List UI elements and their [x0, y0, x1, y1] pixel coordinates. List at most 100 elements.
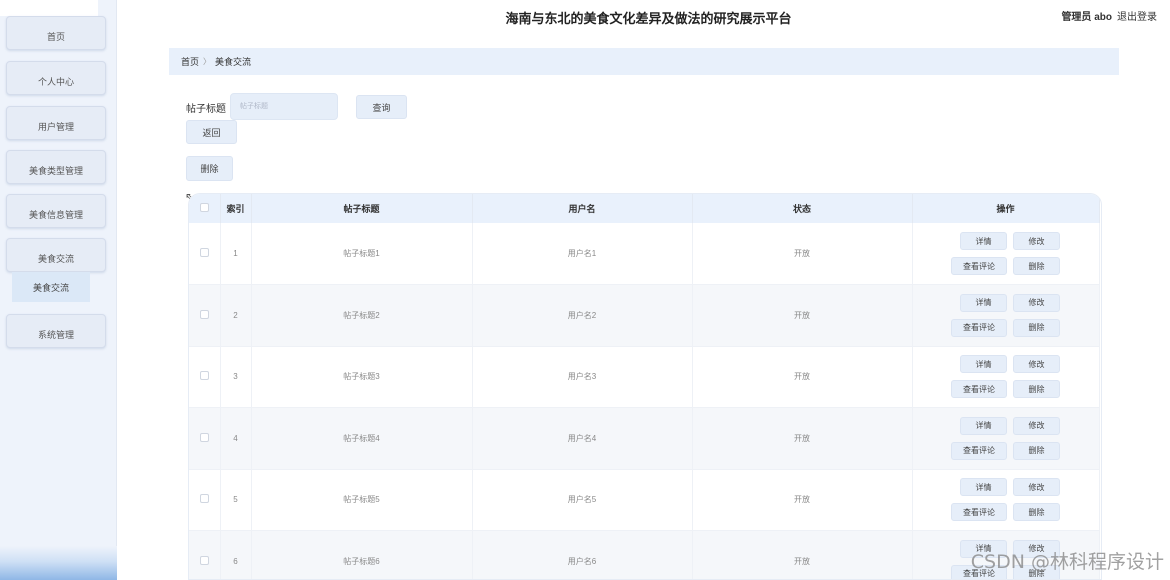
breadcrumb: 首页 〉 美食交流 — [169, 48, 1119, 75]
sidebar-item-label: 美食类型管理 — [28, 166, 83, 176]
table-row: 5 帖子标题5 用户名5 开放 详情 修改 查看评论 删除 — [189, 469, 1100, 531]
cell-status: 开放 — [692, 346, 913, 408]
detail-button[interactable]: 详情 — [960, 293, 1007, 312]
select-all-cell[interactable] — [189, 194, 221, 223]
column-header-actions: 操作 — [912, 194, 1100, 223]
row-checkbox[interactable] — [199, 432, 209, 442]
sidebar-item-food-exchange[interactable]: 美食交流 — [6, 238, 106, 272]
edit-button[interactable]: 修改 — [1013, 293, 1060, 312]
sidebar-item-label: 个人中心 — [37, 77, 74, 87]
cell-index: 2 — [220, 284, 252, 347]
column-header-username: 用户名 — [472, 194, 693, 223]
cell-title: 帖子标题3 — [251, 346, 473, 408]
sidebar-wave-decoration — [0, 546, 117, 580]
cell-username: 用户名5 — [472, 469, 693, 531]
cell-username: 用户名2 — [472, 284, 693, 347]
search-label: 帖子标题 — [186, 104, 226, 115]
cell-actions: 详情 修改 查看评论 删除 — [912, 407, 1100, 470]
cell-index: 4 — [220, 407, 252, 470]
breadcrumb-separator: 〉 — [203, 57, 212, 66]
sidebar-item-label: 用户管理 — [37, 122, 74, 132]
sidebar-item-label: 首页 — [46, 32, 65, 42]
view-comments-button[interactable]: 查看评论 — [951, 380, 1007, 399]
row-checkbox[interactable] — [199, 494, 209, 504]
batch-delete-button[interactable]: 删除 — [186, 156, 233, 181]
breadcrumb-current: 美食交流 — [215, 57, 252, 67]
view-comments-button[interactable]: 查看评论 — [951, 441, 1007, 460]
cell-status: 开放 — [692, 530, 913, 579]
view-comments-button[interactable]: 查看评论 — [951, 257, 1007, 275]
cell-title: 帖子标题4 — [251, 407, 473, 470]
detail-button[interactable]: 详情 — [960, 232, 1007, 250]
detail-button[interactable]: 详情 — [960, 355, 1007, 374]
query-button[interactable]: 查询 — [356, 95, 407, 119]
cell-status: 开放 — [692, 407, 913, 470]
cell-index: 5 — [220, 469, 252, 531]
page-title: 海南与东北的美食文化差异及做法的研究展示平台 — [505, 11, 792, 26]
logout-link[interactable]: 退出登录 — [1117, 8, 1157, 23]
column-header-title: 帖子标题 — [251, 194, 473, 223]
edit-button[interactable]: 修改 — [1013, 232, 1060, 250]
sidebar-item-system[interactable]: 系统管理 — [6, 314, 106, 348]
sidebar-item-label: 美食交流 — [37, 254, 74, 264]
sidebar-item-label: 系统管理 — [37, 330, 74, 340]
back-button[interactable]: 返回 — [186, 120, 237, 144]
breadcrumb-home[interactable]: 首页 — [181, 55, 199, 68]
row-checkbox[interactable] — [199, 555, 209, 565]
delete-button[interactable]: 删除 — [1013, 318, 1060, 337]
cell-status: 开放 — [692, 284, 913, 347]
column-header-status: 状态 — [692, 194, 913, 223]
sidebar-item-home[interactable]: 首页 — [6, 16, 106, 50]
cell-index: 3 — [220, 346, 252, 408]
table-row: 1 帖子标题1 用户名1 开放 详情 修改 查看评论 删除 — [189, 223, 1100, 285]
sidebar: 首页 个人中心 用户管理 美食类型管理 美食信息管理 美食交流 美食交流 系统管… — [0, 0, 117, 580]
view-comments-button[interactable]: 查看评论 — [951, 318, 1007, 337]
edit-button[interactable]: 修改 — [1013, 416, 1060, 435]
edit-button[interactable]: 修改 — [1013, 355, 1060, 374]
cell-username: 用户名4 — [472, 407, 693, 470]
table-row: 6 帖子标题6 用户名6 开放 详情 修改 查看评论 删除 — [189, 530, 1100, 579]
cell-actions: 详情 修改 查看评论 删除 — [912, 223, 1100, 285]
sidebar-item-food-types[interactable]: 美食类型管理 — [6, 150, 106, 184]
table-row: 3 帖子标题3 用户名3 开放 详情 修改 查看评论 删除 — [189, 346, 1100, 408]
cell-actions: 详情 修改 查看评论 删除 — [912, 346, 1100, 408]
row-checkbox[interactable] — [199, 309, 209, 319]
current-user: 管理员 abo — [1061, 12, 1112, 23]
cell-status: 开放 — [692, 469, 913, 531]
top-header: 海南与东北的美食文化差异及做法的研究展示平台 管理员 abo 退出登录 — [117, 0, 1170, 31]
row-checkbox[interactable] — [199, 248, 209, 257]
cell-username: 用户名6 — [472, 530, 693, 579]
cell-username: 用户名3 — [472, 346, 693, 408]
cell-title: 帖子标题2 — [251, 284, 473, 347]
sidebar-item-label: 美食信息管理 — [28, 210, 83, 220]
sidebar-subitem-food-exchange[interactable]: 美食交流 — [12, 272, 90, 302]
sidebar-top-strip — [0, 0, 98, 16]
sidebar-subitem-label: 美食交流 — [32, 282, 69, 293]
edit-button[interactable]: 修改 — [1013, 478, 1060, 497]
select-all-checkbox[interactable] — [199, 203, 209, 212]
detail-button[interactable]: 详情 — [960, 416, 1007, 435]
table-row: 4 帖子标题4 用户名4 开放 详情 修改 查看评论 删除 — [189, 407, 1100, 470]
delete-button[interactable]: 删除 — [1013, 441, 1060, 460]
posts-table: 索引 帖子标题 用户名 状态 操作 1 帖子标题1 用户名1 开放 详情 修改 … — [188, 193, 1102, 580]
delete-button[interactable]: 删除 — [1013, 257, 1060, 275]
view-comments-button[interactable]: 查看评论 — [951, 503, 1007, 522]
table-row: 2 帖子标题2 用户名2 开放 详情 修改 查看评论 删除 — [189, 284, 1100, 347]
cell-actions: 详情 修改 查看评论 删除 — [912, 284, 1100, 347]
sidebar-item-users[interactable]: 用户管理 — [6, 106, 106, 140]
delete-button[interactable]: 删除 — [1013, 503, 1060, 522]
cell-title: 帖子标题5 — [251, 469, 473, 531]
row-checkbox[interactable] — [199, 371, 209, 381]
search-input[interactable] — [230, 93, 338, 120]
cell-title: 帖子标题6 — [251, 530, 473, 579]
table-header-row: 索引 帖子标题 用户名 状态 操作 — [189, 194, 1100, 223]
detail-button[interactable]: 详情 — [960, 478, 1007, 497]
cell-status: 开放 — [692, 223, 913, 285]
sidebar-item-profile[interactable]: 个人中心 — [6, 61, 106, 95]
delete-button[interactable]: 删除 — [1013, 380, 1060, 399]
sidebar-item-food-info[interactable]: 美食信息管理 — [6, 194, 106, 228]
cell-actions: 详情 修改 查看评论 删除 — [912, 469, 1100, 531]
column-header-index: 索引 — [220, 194, 252, 223]
watermark: CSDN @林科程序设计 — [970, 551, 1164, 573]
cell-index: 6 — [220, 530, 252, 579]
